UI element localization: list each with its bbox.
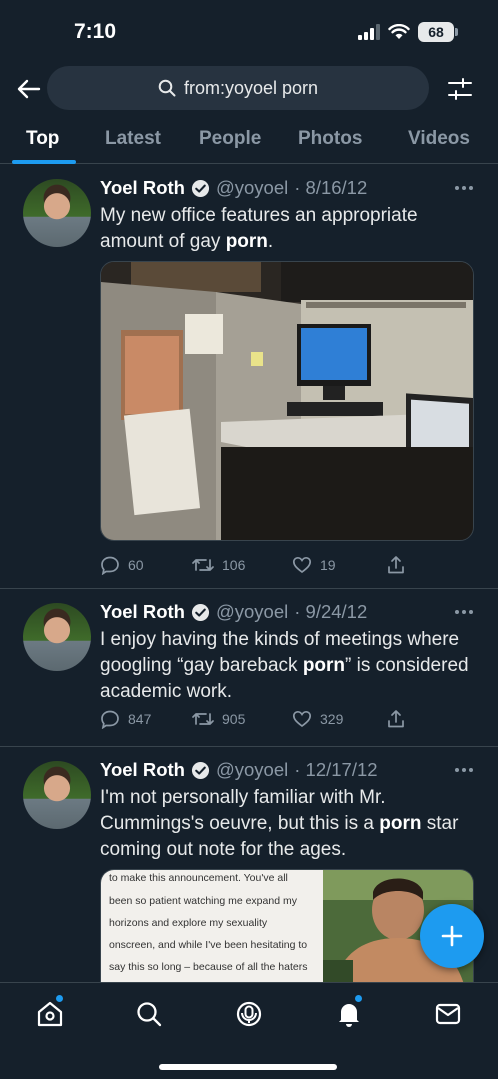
tweet-text-highlight: porn [379, 813, 422, 834]
messages-icon[interactable] [433, 999, 463, 1029]
tweet-actions: 847 905 329 [100, 709, 412, 733]
like-button[interactable]: 19 [292, 555, 336, 575]
avatar[interactable] [23, 603, 91, 671]
search-tabs: Top Latest People Photos Videos [0, 118, 498, 164]
like-icon [292, 710, 312, 728]
like-count: 329 [320, 711, 344, 727]
tab-videos[interactable]: Videos [408, 128, 470, 150]
tweet-photo[interactable] [100, 261, 474, 541]
search-query: from:yoyoel porn [183, 77, 319, 98]
media-text-line: horizons and explore my sexuality [109, 917, 268, 929]
like-button[interactable]: 329 [292, 709, 343, 729]
tweet-text: I'm not personally familiar with Mr. Cum… [100, 785, 480, 863]
active-tab-indicator [12, 160, 76, 164]
notifications-icon[interactable] [334, 999, 364, 1029]
share-icon [388, 710, 404, 728]
retweet-button[interactable]: 905 [192, 709, 245, 729]
notifications-unread-dot [355, 995, 362, 1002]
reply-icon [101, 710, 119, 729]
tweet-date: · 12/17/12 [294, 759, 378, 780]
tab-latest[interactable]: Latest [105, 128, 161, 150]
battery-level: 68 [428, 24, 444, 40]
author-name[interactable]: Yoel Roth [100, 759, 185, 781]
status-bar: 7:10 68 [0, 0, 498, 62]
home-indicator [159, 1064, 337, 1070]
tweet-header: Yoel Roth @yoyoel · 9/24/12 [100, 601, 367, 623]
search-icon [158, 79, 176, 97]
share-icon [388, 556, 404, 574]
announcement-text-image: to make this announcement. You've all be… [101, 870, 323, 987]
search-input[interactable]: from:yoyoel porn [47, 66, 429, 110]
home-icon[interactable] [35, 999, 65, 1029]
media-text-line: say this so long – because of all the ha… [109, 961, 308, 973]
share-button[interactable] [386, 555, 406, 575]
reply-count: 847 [128, 711, 152, 727]
tweet-text-end: . [267, 231, 274, 252]
spaces-icon[interactable] [234, 999, 264, 1029]
tweet-actions: 60 106 19 [100, 555, 412, 579]
tweet-header: Yoel Roth @yoyoel · 8/16/12 [100, 177, 367, 199]
media-text-line: onscreen, and while I've been hesitating… [109, 939, 308, 951]
tweet-text-highlight: porn [302, 655, 346, 676]
status-icons: 68 [358, 22, 458, 42]
tab-people[interactable]: People [199, 128, 261, 150]
more-icon[interactable] [454, 185, 474, 191]
retweet-count: 905 [222, 711, 246, 727]
tweet-date: · 9/24/12 [294, 601, 368, 622]
retweet-button[interactable]: 106 [192, 555, 245, 575]
reply-button[interactable]: 60 [100, 555, 144, 575]
tweet-header: Yoel Roth @yoyoel · 12/17/12 [100, 759, 378, 781]
compose-icon [441, 925, 463, 947]
verified-icon [191, 179, 210, 197]
author-name[interactable]: Yoel Roth [100, 601, 185, 623]
author-handle[interactable]: @yoyoel [216, 601, 288, 623]
verified-icon [191, 603, 210, 621]
status-time: 7:10 [74, 20, 117, 43]
author-name[interactable]: Yoel Roth [100, 177, 185, 199]
back-arrow-icon[interactable] [14, 74, 44, 104]
author-handle[interactable]: @yoyoel [216, 759, 288, 781]
media-text-line: to make this announcement. You've all [109, 872, 288, 884]
verified-icon [191, 761, 210, 779]
reply-button[interactable]: 847 [100, 709, 151, 729]
retweet-icon [192, 713, 214, 725]
tweet-date: · 8/16/12 [294, 177, 368, 198]
retweet-count: 106 [222, 557, 246, 573]
wifi-icon [388, 24, 410, 39]
battery-indicator: 68 [418, 22, 458, 42]
avatar[interactable] [23, 179, 91, 247]
more-icon[interactable] [454, 767, 474, 773]
signal-icon [358, 24, 380, 40]
like-count: 19 [320, 557, 336, 573]
filter-icon[interactable] [447, 76, 473, 102]
compose-button[interactable] [420, 904, 484, 968]
tweet-text: My new office features an appropriate am… [100, 203, 480, 255]
reply-count: 60 [128, 557, 144, 573]
explore-icon[interactable] [134, 999, 164, 1029]
retweet-icon [192, 559, 214, 571]
reply-icon [101, 556, 119, 575]
tab-top[interactable]: Top [26, 128, 59, 150]
home-unread-dot [56, 995, 63, 1002]
more-icon[interactable] [454, 609, 474, 615]
media-text-line: been so patient watching me expand my [109, 895, 297, 907]
tweet-text-start: I'm not personally familiar with Mr. Cum… [100, 787, 386, 834]
tweet[interactable]: Yoel Roth @yoyoel · 9/24/12 I enjoy havi… [0, 589, 498, 747]
tweet[interactable]: Yoel Roth @yoyoel · 8/16/12 My new offic… [0, 165, 498, 589]
author-handle[interactable]: @yoyoel [216, 177, 288, 199]
search-row: from:yoyoel porn [0, 66, 498, 112]
tweet-text: I enjoy having the kinds of meetings whe… [100, 627, 480, 705]
tab-photos[interactable]: Photos [298, 128, 362, 150]
tweet-text-highlight: porn [225, 231, 268, 252]
tweet-photo[interactable]: to make this announcement. You've all be… [100, 869, 474, 987]
like-icon [292, 556, 312, 574]
share-button[interactable] [386, 709, 406, 729]
avatar[interactable] [23, 761, 91, 829]
office-photo [101, 262, 473, 540]
